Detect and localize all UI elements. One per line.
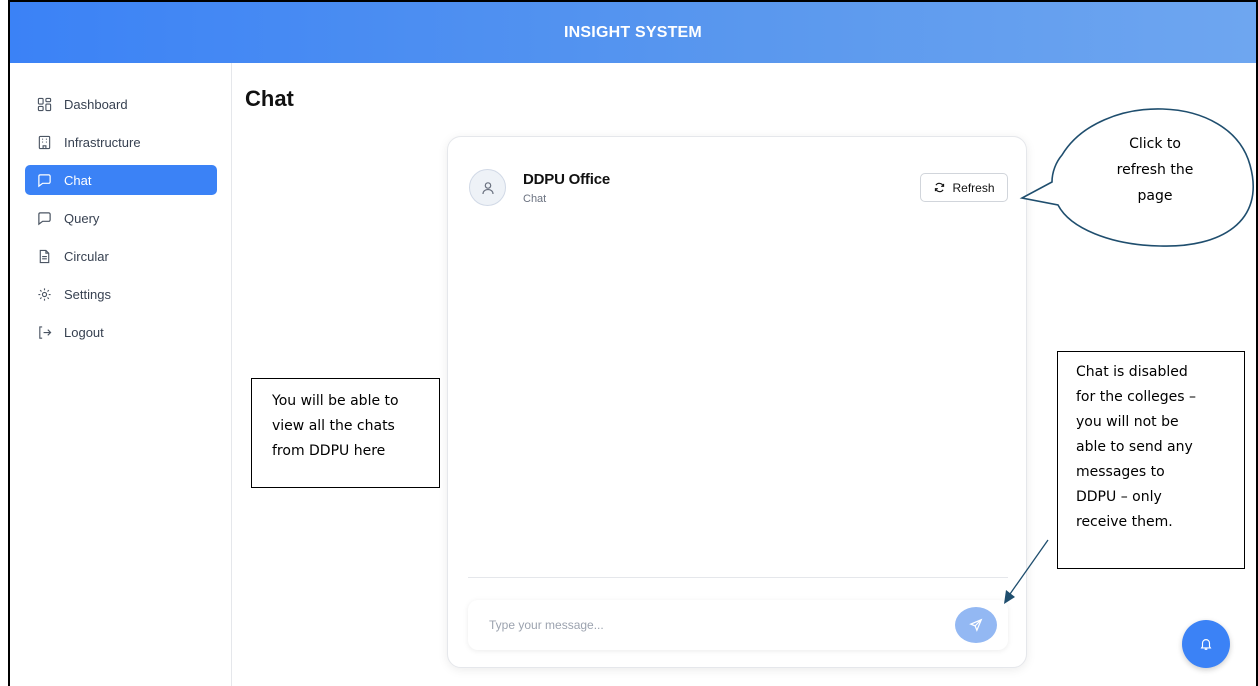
note-line: DDPU – only	[1076, 489, 1162, 505]
note-line: able to send any	[1076, 439, 1193, 455]
sidebar-item-chat[interactable]: Chat	[25, 165, 217, 195]
messages-area[interactable]	[468, 225, 1008, 577]
sidebar: Dashboard Infrastructure Chat Query Circ…	[10, 63, 232, 686]
dashboard-icon	[36, 96, 52, 112]
chat-contact-subtitle: Chat	[523, 193, 547, 205]
callout-line: page	[1137, 188, 1173, 204]
note-line: for the colleges –	[1076, 389, 1197, 405]
top-bar: INSIGHT SYSTEM	[10, 2, 1256, 63]
send-icon	[969, 618, 983, 632]
document-icon	[36, 248, 52, 264]
app-title: INSIGHT SYSTEM	[564, 23, 702, 41]
note-line: view all the chats	[272, 418, 395, 434]
refresh-button[interactable]: Refresh	[920, 173, 1008, 202]
chat-contact-name: DDPU Office	[523, 171, 610, 188]
sidebar-item-label: Logout	[64, 324, 104, 340]
sidebar-item-settings[interactable]: Settings	[25, 279, 217, 309]
sidebar-item-label: Infrastructure	[64, 134, 141, 150]
sidebar-item-label: Dashboard	[64, 96, 128, 112]
sidebar-item-label: Circular	[64, 248, 109, 264]
refresh-icon	[935, 182, 945, 193]
gear-icon	[36, 286, 52, 302]
message-input[interactable]	[468, 600, 948, 650]
chat-disabled-note: Chat is disabled for the colleges – you …	[1057, 351, 1245, 569]
sidebar-item-circular[interactable]: Circular	[25, 241, 217, 271]
note-line: from DDPU here	[272, 443, 386, 459]
divider	[468, 577, 1008, 578]
note-line: You will be able to	[272, 393, 399, 409]
chats-view-note: You will be able to view all the chats f…	[251, 378, 440, 488]
message-composer	[468, 600, 1008, 650]
sidebar-item-infrastructure[interactable]: Infrastructure	[25, 127, 217, 157]
callout-line: refresh the	[1116, 162, 1194, 178]
notifications-button[interactable]	[1182, 620, 1230, 668]
note-line: messages to	[1076, 464, 1165, 480]
sidebar-item-label: Chat	[64, 172, 92, 188]
page-title: Chat	[245, 86, 294, 111]
chat-panel: DDPU Office Chat Refresh	[447, 136, 1027, 668]
sidebar-item-label: Query	[64, 210, 100, 226]
note-line: receive them.	[1076, 514, 1173, 530]
note-line: Chat is disabled	[1076, 364, 1188, 380]
refresh-label: Refresh	[952, 180, 995, 195]
send-button[interactable]	[955, 607, 997, 643]
message-icon	[36, 210, 52, 226]
logout-icon	[36, 324, 52, 340]
callout-line: Click to	[1129, 136, 1181, 152]
sidebar-item-label: Settings	[64, 286, 111, 302]
user-icon	[481, 181, 494, 194]
bell-icon	[1200, 639, 1212, 650]
refresh-callout-text: Click to refresh the page	[1088, 131, 1222, 209]
avatar	[469, 169, 506, 206]
message-icon	[36, 172, 52, 188]
note-line: you will not be	[1076, 414, 1179, 430]
sidebar-item-logout[interactable]: Logout	[25, 317, 217, 347]
sidebar-item-dashboard[interactable]: Dashboard	[25, 89, 217, 119]
building-icon	[36, 134, 52, 150]
sidebar-item-query[interactable]: Query	[25, 203, 217, 233]
